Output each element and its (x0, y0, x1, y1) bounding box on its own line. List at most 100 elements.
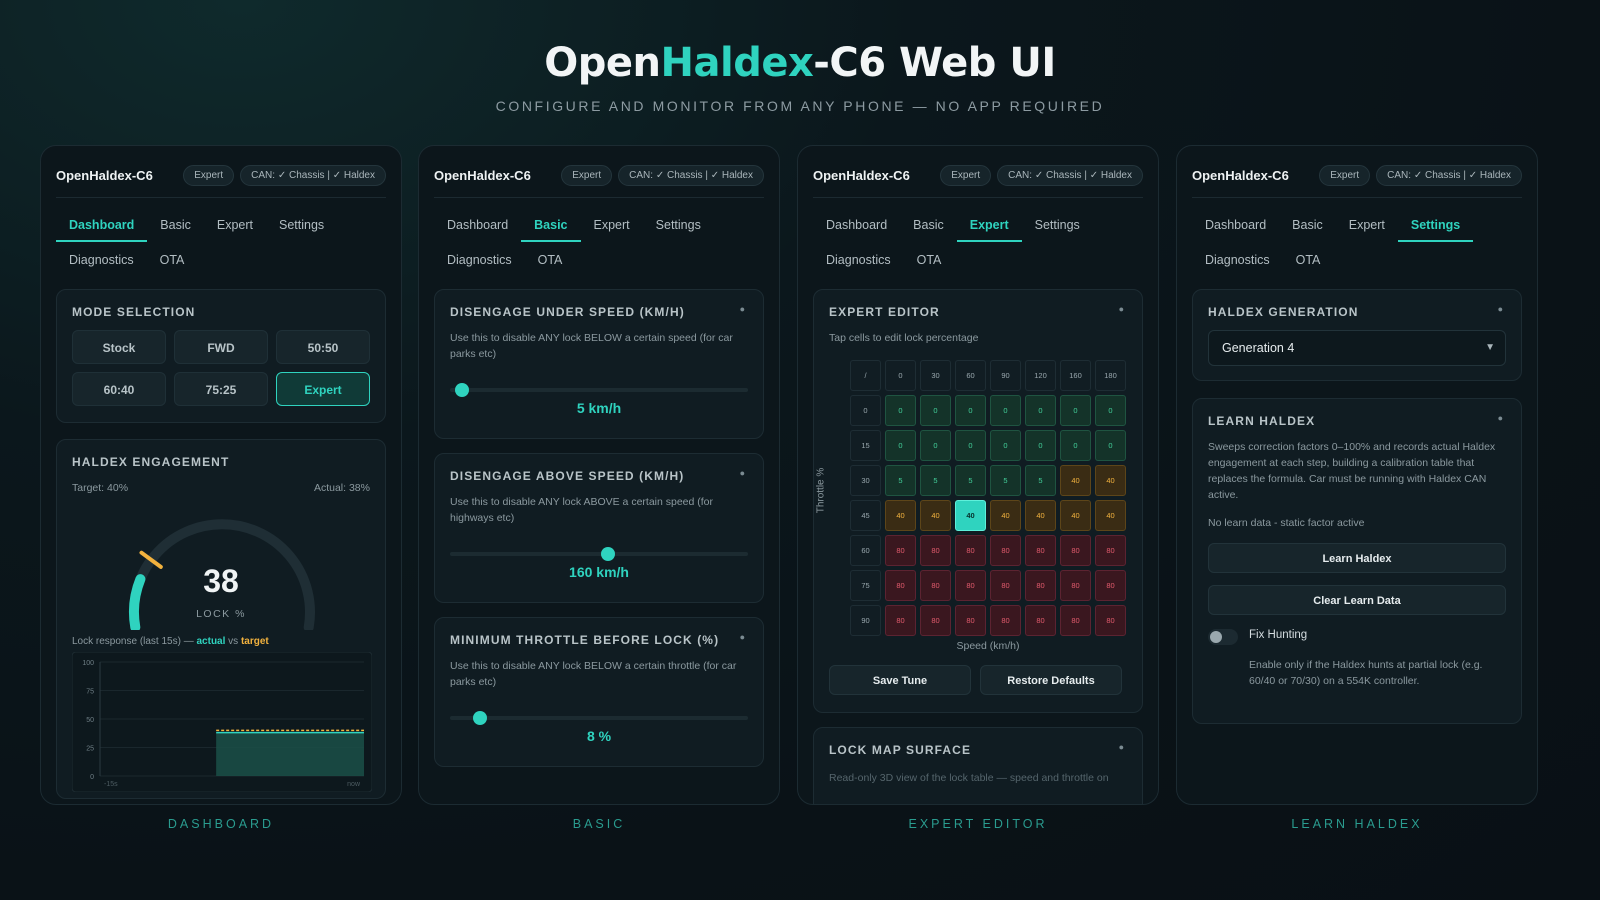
lock-map-cell[interactable]: 80 (955, 570, 986, 601)
tab-diagnostics[interactable]: Diagnostics (434, 243, 525, 277)
tab-diagnostics[interactable]: Diagnostics (813, 243, 904, 277)
tab-diagnostics[interactable]: Diagnostics (56, 243, 147, 277)
lock-map-cell[interactable]: 80 (1095, 570, 1126, 601)
lock-map-cell[interactable]: 80 (1095, 535, 1126, 566)
lock-map-cell[interactable]: 40 (1060, 465, 1091, 496)
lock-map-cell[interactable]: 5 (990, 465, 1021, 496)
tab-ota[interactable]: OTA (1283, 243, 1334, 277)
lock-map-cell[interactable]: 80 (1025, 605, 1056, 636)
lock-map-cell[interactable]: 5 (1025, 465, 1056, 496)
lock-map-cell[interactable]: 0 (1025, 395, 1056, 426)
mode-50-50-button[interactable]: 50:50 (276, 330, 370, 364)
lock-map-cell[interactable]: 80 (990, 535, 1021, 566)
slider-thumb[interactable] (454, 383, 469, 397)
lock-map-cell[interactable]: 0 (1095, 395, 1126, 426)
tab-ota[interactable]: OTA (904, 243, 955, 277)
lock-map-cell[interactable]: 40 (1025, 500, 1056, 531)
tab-basic[interactable]: Basic (1279, 208, 1336, 242)
lock-map-cell[interactable]: 40 (1095, 500, 1126, 531)
lock-map-cell[interactable]: 0 (920, 430, 951, 461)
lock-map-cell[interactable]: 80 (990, 605, 1021, 636)
lock-map-cell[interactable]: 40 (920, 500, 951, 531)
lock-map-cell[interactable]: 5 (955, 465, 986, 496)
lock-map-cell[interactable]: 0 (1060, 430, 1091, 461)
tab-dashboard[interactable]: Dashboard (56, 208, 148, 242)
save-tune-button[interactable]: Save Tune (829, 665, 971, 695)
mode-expert-button[interactable]: Expert (276, 372, 370, 406)
collapse-icon[interactable]: ● (740, 632, 745, 642)
collapse-icon[interactable]: ● (740, 468, 745, 478)
tab-expert[interactable]: Expert (1336, 208, 1398, 242)
tab-settings[interactable]: Settings (266, 208, 337, 242)
lock-map-cell[interactable]: 80 (885, 535, 916, 566)
mode-stock-button[interactable]: Stock (72, 330, 166, 364)
under-speed-slider[interactable] (450, 383, 748, 397)
lock-map-cell[interactable]: 5 (885, 465, 916, 496)
tab-settings[interactable]: Settings (643, 208, 714, 242)
tab-expert[interactable]: Expert (204, 208, 266, 242)
lock-map-cell[interactable]: 40 (885, 500, 916, 531)
lock-map-cell[interactable]: 0 (885, 430, 916, 461)
lock-map-cell[interactable]: 40 (1095, 465, 1126, 496)
lock-map-cell[interactable]: 0 (990, 430, 1021, 461)
app-name: OpenHaldex-C6 (813, 168, 910, 183)
clear-learn-data-button[interactable]: Clear Learn Data (1208, 585, 1506, 615)
lock-map-cell[interactable]: 40 (990, 500, 1021, 531)
tab-basic[interactable]: Basic (900, 208, 957, 242)
lock-map-cell[interactable]: 80 (1025, 570, 1056, 601)
min-throttle-slider[interactable] (450, 711, 748, 725)
lock-map-cell[interactable]: 5 (920, 465, 951, 496)
lock-map-cell[interactable]: 80 (1060, 570, 1091, 601)
collapse-icon[interactable]: ● (1119, 742, 1124, 752)
tab-settings[interactable]: Settings (1022, 208, 1093, 242)
lock-map-cell[interactable]: 0 (955, 395, 986, 426)
tab-expert[interactable]: Expert (581, 208, 643, 242)
slider-thumb[interactable] (600, 547, 615, 561)
lock-map-cell[interactable]: 0 (990, 395, 1021, 426)
lock-map-cell[interactable]: 0 (1025, 430, 1056, 461)
lock-map-cell[interactable]: 0 (885, 395, 916, 426)
lock-map-cell[interactable]: 0 (920, 395, 951, 426)
lock-map-cell[interactable]: 80 (1060, 605, 1091, 636)
tab-dashboard[interactable]: Dashboard (813, 208, 900, 242)
lock-map-cell[interactable]: 80 (1060, 535, 1091, 566)
lock-map-cell[interactable]: 80 (885, 570, 916, 601)
tab-basic[interactable]: Basic (521, 208, 581, 242)
lock-map-cell[interactable]: 80 (920, 605, 951, 636)
above-speed-slider[interactable] (450, 547, 748, 561)
lock-map-cell[interactable]: 0 (1060, 395, 1091, 426)
mode-fwd-button[interactable]: FWD (174, 330, 268, 364)
lock-map-cell[interactable]: 80 (955, 535, 986, 566)
tab-ota[interactable]: OTA (147, 243, 198, 277)
lock-map-cell[interactable]: 0 (1095, 430, 1126, 461)
mode-75-25-button[interactable]: 75:25 (174, 372, 268, 406)
lock-map-cell[interactable]: 80 (990, 570, 1021, 601)
fix-hunting-toggle[interactable] (1208, 629, 1238, 645)
tab-diagnostics[interactable]: Diagnostics (1192, 243, 1283, 277)
mode-60-40-button[interactable]: 60:40 (72, 372, 166, 406)
lock-map-cell[interactable]: 0 (955, 430, 986, 461)
tab-expert[interactable]: Expert (956, 208, 1022, 242)
lock-map-cell[interactable]: 80 (885, 605, 916, 636)
tab-basic[interactable]: Basic (147, 208, 204, 242)
gauge-unit: LOCK % (196, 608, 246, 620)
collapse-icon[interactable]: ● (1498, 413, 1503, 423)
restore-defaults-button[interactable]: Restore Defaults (980, 665, 1122, 695)
slider-thumb[interactable] (472, 711, 487, 725)
tab-settings[interactable]: Settings (1397, 208, 1474, 242)
lock-map-cell[interactable]: 80 (920, 570, 951, 601)
collapse-icon[interactable]: ● (1119, 304, 1124, 314)
lock-map-cell[interactable]: 80 (955, 605, 986, 636)
generation-select[interactable]: Generation 4 ▼ (1208, 330, 1506, 366)
lock-map-cell[interactable]: 80 (1095, 605, 1126, 636)
tab-ota[interactable]: OTA (525, 243, 576, 277)
tab-dashboard[interactable]: Dashboard (1192, 208, 1279, 242)
lock-map-cell[interactable]: 80 (1025, 535, 1056, 566)
collapse-icon[interactable]: ● (1498, 304, 1503, 314)
collapse-icon[interactable]: ● (740, 304, 745, 314)
lock-map-cell[interactable]: 40 (1060, 500, 1091, 531)
lock-map-cell[interactable]: 80 (920, 535, 951, 566)
tab-dashboard[interactable]: Dashboard (434, 208, 521, 242)
lock-map-cell[interactable]: 40 (955, 500, 986, 531)
learn-haldex-button[interactable]: Learn Haldex (1208, 543, 1506, 573)
